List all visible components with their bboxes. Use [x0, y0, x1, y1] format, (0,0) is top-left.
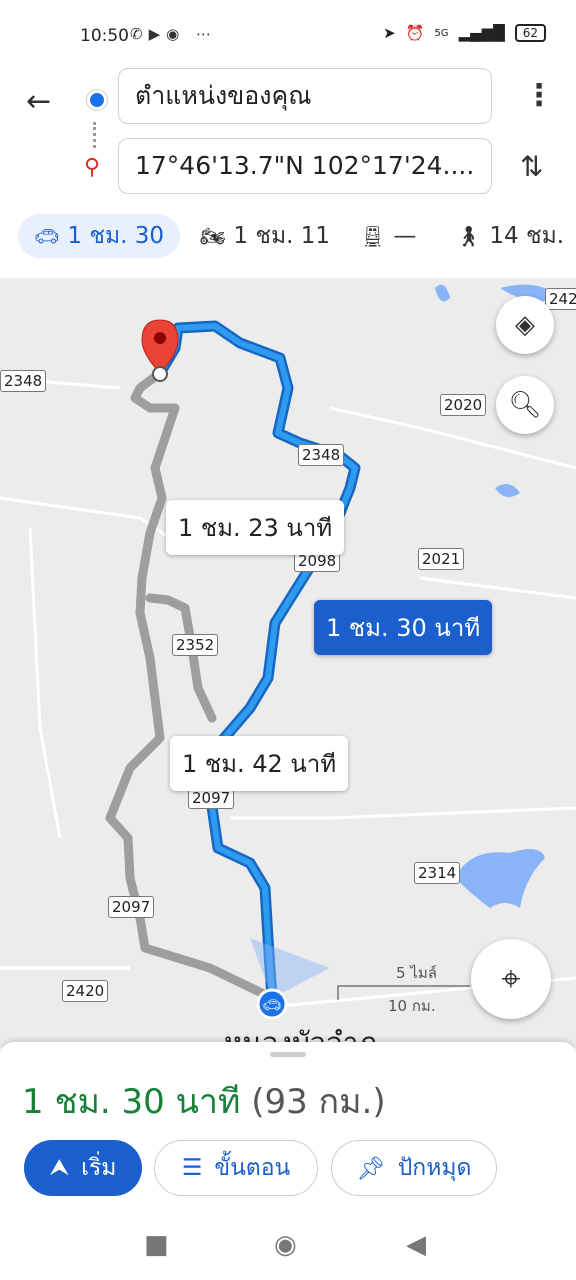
- destination-marker: [141, 319, 179, 382]
- origin-field[interactable]: ตำแหน่งของคุณ: [118, 68, 492, 124]
- scale-miles: 5 ไมล์: [396, 964, 437, 982]
- road-label: 2021: [418, 548, 465, 570]
- layers-button[interactable]: ◈: [496, 296, 554, 354]
- route-connector: [93, 122, 100, 148]
- alarm-icon: ⏰: [405, 24, 425, 42]
- mode-driving-label: 1 ชม. 30: [67, 223, 164, 249]
- search-along-route-button[interactable]: 🔍︎: [496, 376, 554, 434]
- home-icon[interactable]: ◉: [274, 1230, 297, 1260]
- back-icon[interactable]: ◀: [406, 1230, 426, 1260]
- start-label: เริ่ม: [81, 1155, 117, 1181]
- recents-icon[interactable]: ■: [144, 1230, 169, 1260]
- map-canvas: 🚗︎: [0, 284, 576, 1020]
- pin-label: ปักหมุด: [397, 1155, 472, 1181]
- mode-motorcycle[interactable]: 🏍︎ 1 ชม. 11: [200, 214, 330, 258]
- directions-header: ← ⚲ ตำแหน่งของคุณ 17°46'13.7"N 102°17'24…: [0, 64, 576, 214]
- network-label: 5G: [434, 27, 449, 39]
- mode-motorcycle-label: 1 ชม. 11: [233, 223, 330, 249]
- walk-icon: 🚶︎: [456, 224, 482, 248]
- mode-transit[interactable]: 🚆︎ —: [360, 214, 416, 258]
- navigation-arrow-icon: ⮝: [49, 1155, 70, 1181]
- my-location-button[interactable]: ⌖: [471, 939, 551, 1019]
- sheet-handle[interactable]: [270, 1052, 306, 1057]
- battery-icon: 62: [514, 24, 546, 42]
- road-label: 2314: [414, 862, 461, 884]
- destination-field[interactable]: 17°46'13.7"N 102°17'24....: [118, 138, 492, 194]
- layers-icon: ◈: [515, 310, 535, 340]
- route-summary-sheet: 1 ชม. 30 นาที (93 กม.) ⮝ เริ่ม ☰ ขั้นตอน…: [0, 1042, 576, 1212]
- steps-button[interactable]: ☰ ขั้นตอน: [154, 1140, 318, 1196]
- road-label: 2348: [298, 444, 345, 466]
- map-scale: 5 ไมล์ 10 กม.: [338, 961, 468, 1015]
- road-label: 2097: [108, 896, 155, 918]
- search-icon: 🔍︎: [508, 390, 542, 420]
- system-icons: ➤ ⏰ 5G ▂▄▆█ 62: [383, 24, 546, 42]
- origin-dot-icon: [87, 90, 107, 110]
- status-bar: 10:50 ✆▶◉ ⋯ ➤ ⏰ 5G ▂▄▆█ 62: [0, 0, 576, 64]
- start-button[interactable]: ⮝ เริ่ม: [24, 1140, 142, 1196]
- road-label: 2348: [0, 370, 47, 392]
- mode-driving[interactable]: 🚗︎ 1 ชม. 30: [18, 214, 180, 258]
- back-arrow-icon[interactable]: ←: [26, 84, 51, 119]
- route-duration: 1 ชม. 30 นาที: [22, 1082, 241, 1122]
- pin-button[interactable]: 📌︎ ปักหมุด: [331, 1140, 497, 1196]
- signal-icon: ▂▄▆█: [458, 24, 505, 42]
- more-options-icon[interactable]: ⋮: [524, 78, 554, 113]
- status-time: 10:50: [80, 26, 129, 46]
- location-icon: ➤: [383, 24, 396, 42]
- notification-icons: ✆▶◉ ⋯: [130, 25, 217, 43]
- pin-icon: 📌︎: [356, 1155, 386, 1182]
- selected-route-time[interactable]: 1 ชม. 30 นาที: [314, 600, 493, 655]
- road-label: 2420: [62, 980, 109, 1002]
- travel-mode-tabs: 🚗︎ 1 ชม. 30 🏍︎ 1 ชม. 11 🚆︎ — 🚶︎ 14 ชม.: [0, 214, 576, 279]
- map-view[interactable]: 🚗︎ 2348 2020 2348 2021 2098 2352 2097 23…: [0, 278, 576, 1048]
- swap-icon[interactable]: ⇅: [520, 150, 543, 183]
- destination-pin-icon: ⚲: [84, 155, 101, 180]
- motorcycle-icon: 🏍︎: [200, 224, 226, 248]
- scale-km: 10 กม.: [388, 997, 436, 1015]
- mode-walking-label: 14 ชม.: [489, 223, 565, 249]
- route-distance: (93 กม.): [251, 1082, 386, 1122]
- car-icon: 🚗︎: [34, 224, 60, 248]
- road-label: 242: [545, 288, 576, 310]
- steps-label: ขั้นตอน: [214, 1155, 291, 1181]
- svg-text:🚗︎: 🚗︎: [262, 996, 281, 1014]
- transit-icon: 🚆︎: [360, 224, 386, 248]
- system-nav-bar: ■ ◉ ◀: [0, 1212, 576, 1280]
- road-label: 2020: [440, 394, 487, 416]
- road-label: 2352: [172, 634, 219, 656]
- mode-transit-label: —: [393, 223, 417, 249]
- route-summary: 1 ชม. 30 นาที (93 กม.): [22, 1074, 386, 1128]
- crosshair-icon: ⌖: [501, 959, 521, 999]
- list-icon: ☰: [181, 1155, 203, 1181]
- alt-route-time-2[interactable]: 1 ชม. 42 นาที: [170, 736, 349, 791]
- mode-walking[interactable]: 🚶︎ 14 ชม.: [456, 214, 564, 258]
- alt-route-time-1[interactable]: 1 ชม. 23 นาที: [166, 500, 345, 555]
